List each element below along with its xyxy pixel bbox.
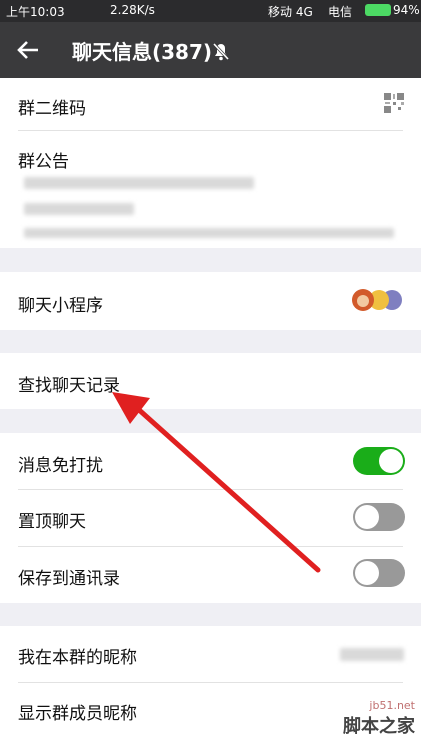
watermark-site: jb51.net (369, 699, 415, 712)
watermark-brand: 脚本之家 (343, 716, 415, 737)
red-annotation-arrow (112, 392, 321, 573)
watermark: jb51.net 脚本之家 (343, 699, 415, 738)
